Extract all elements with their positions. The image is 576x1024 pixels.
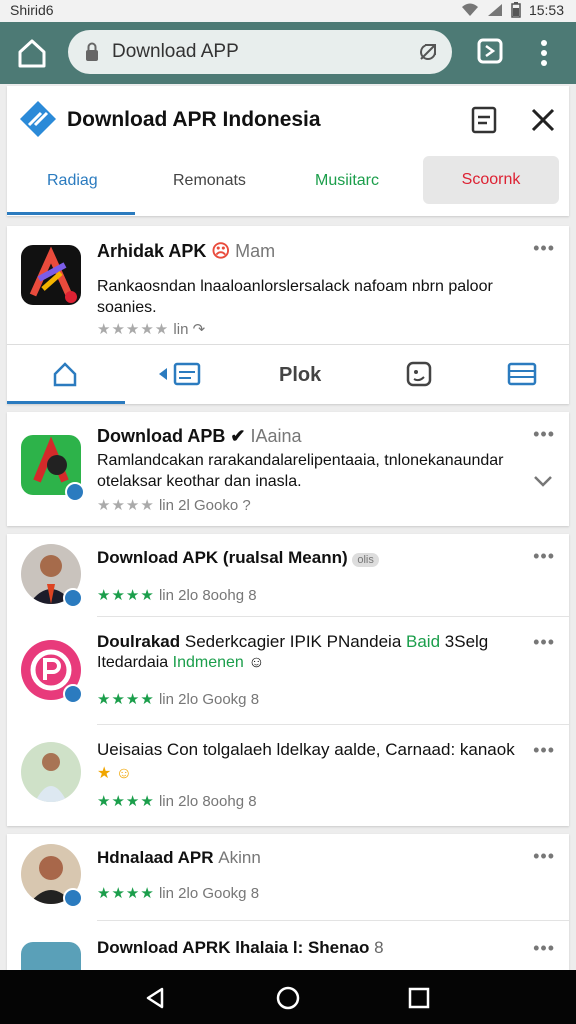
- calendar-action-icon[interactable]: [157, 360, 203, 388]
- share-small-icon: ↷: [192, 321, 206, 338]
- app-name: Hdnalaad APR: [97, 848, 214, 867]
- app-name: Download APRK lhalaia l: Shenao: [97, 938, 370, 957]
- more-options-icon[interactable]: •••: [533, 938, 555, 959]
- lock-icon: [86, 42, 98, 61]
- laugh-emoji-icon: ☺: [248, 654, 265, 671]
- more-options-icon[interactable]: •••: [533, 546, 555, 567]
- tabs-button[interactable]: [476, 37, 504, 65]
- battery-icon: [511, 2, 521, 18]
- app-list-card: Download APK (rualsal Meann) olis ••• ★★…: [7, 534, 569, 826]
- verified-badge-icon: [63, 888, 83, 908]
- app-name: Download APB: [97, 426, 226, 446]
- store-header: Download APR Indonesia Radiag Remonats M…: [7, 86, 569, 216]
- app-subtitle: Itedardaia: [97, 654, 169, 671]
- verified-icon: ✔: [230, 426, 246, 446]
- emoji-icons: ★ ☺: [97, 765, 133, 782]
- star-rating: ★★★★: [97, 793, 155, 810]
- app-name: Arhidak APK: [97, 241, 207, 261]
- more-options-icon[interactable]: •••: [533, 424, 555, 445]
- star-rating: ★★★★: [97, 885, 155, 902]
- document-icon[interactable]: [471, 106, 497, 134]
- more-options-icon[interactable]: •••: [533, 238, 555, 259]
- star-rating: ★★★★: [97, 587, 155, 604]
- app-list-card-2: Hdnalaad APR Akinn ••• ★★★★ lin 2lo Gook…: [7, 834, 569, 1002]
- rating-text: lin 2l Gooko: [158, 497, 239, 514]
- recents-icon[interactable]: [408, 987, 430, 1009]
- rating-text: lin 2lo Gookg: [158, 691, 247, 708]
- action-indicator: [7, 401, 125, 404]
- list-action-icon[interactable]: [507, 360, 537, 388]
- app-description: Rankaosndan lnaaloanlorslersalack nafoam…: [97, 278, 493, 316]
- reload-icon[interactable]: [416, 40, 440, 64]
- star-rating: ★★★★: [97, 497, 155, 514]
- app-name: Doulrakad: [97, 632, 181, 651]
- video-action-icon[interactable]: [405, 360, 433, 388]
- wifi-icon: [461, 3, 478, 16]
- back-icon[interactable]: [144, 986, 166, 1010]
- verified-badge-icon: [63, 588, 83, 608]
- avatar: [21, 742, 81, 802]
- tab-radiag[interactable]: Radiag: [47, 172, 98, 190]
- page-title: Download APR Indonesia: [67, 108, 321, 131]
- app-name: Download APK (rualsal Meann): [97, 548, 348, 567]
- status-bar: Shirid6 15:53: [0, 0, 576, 22]
- more-options-icon[interactable]: •••: [533, 632, 555, 653]
- status-left-text: Shirid6: [10, 2, 54, 18]
- app-description: Ramlandcakan rarakandalarelipentaaia, tn…: [97, 452, 504, 490]
- verified-badge-icon: [65, 482, 85, 502]
- more-options-icon[interactable]: •••: [533, 740, 555, 761]
- system-nav-bar: [0, 970, 576, 1024]
- url-text: Download APP: [112, 41, 239, 62]
- rating-text: lin: [173, 321, 189, 338]
- app-tag: Akinn: [218, 848, 261, 867]
- clock: 15:53: [528, 2, 564, 18]
- app-tag: IAaina: [250, 426, 302, 446]
- verified-badge-icon: [63, 684, 83, 704]
- rating-text: lin 2lo Gookg: [158, 885, 247, 902]
- app-name: Ueisaias Con tolgalaeh ldelkay aalde, Ca…: [97, 740, 515, 759]
- featured-app-card[interactable]: Arhidak APK ☹ Mam ••• Rankaosndan lnaalo…: [7, 226, 569, 404]
- star-rating: ★★★★: [97, 691, 155, 708]
- star-rating: ★★★★★: [97, 321, 170, 338]
- pick-action-label[interactable]: Plok: [279, 364, 321, 387]
- app-tag: olis: [352, 553, 379, 567]
- home-button[interactable]: [14, 36, 50, 70]
- chevron-down-icon[interactable]: [533, 474, 553, 488]
- home-circle-icon[interactable]: [276, 986, 300, 1010]
- arhidak-icon: [29, 246, 77, 303]
- menu-button[interactable]: [534, 38, 554, 68]
- search-tab-button[interactable]: Scoornk: [423, 156, 559, 204]
- rating-text: lin 2lo 8oohg: [158, 587, 245, 604]
- home-action-icon[interactable]: [51, 360, 79, 388]
- store-logo-icon: [20, 101, 56, 137]
- browser-toolbar: Download APP: [0, 22, 576, 84]
- tab-indicator: [7, 212, 135, 215]
- tab-remonats[interactable]: Remonats: [173, 172, 246, 190]
- sad-emoji-icon: ☹: [211, 241, 231, 261]
- tab-musiitarc[interactable]: Musiitarc: [315, 172, 379, 190]
- rating-text: lin 2lo 8oohg: [158, 793, 245, 810]
- close-icon[interactable]: [529, 106, 557, 134]
- app-tag: Mam: [235, 241, 276, 261]
- more-options-icon[interactable]: •••: [533, 846, 555, 867]
- app-icon: [21, 245, 81, 305]
- signal-icon: [487, 4, 502, 16]
- list-item[interactable]: Download APB ✔ IAaina ••• Ramlandcakan r…: [7, 412, 569, 526]
- address-bar[interactable]: Download APP: [68, 30, 452, 74]
